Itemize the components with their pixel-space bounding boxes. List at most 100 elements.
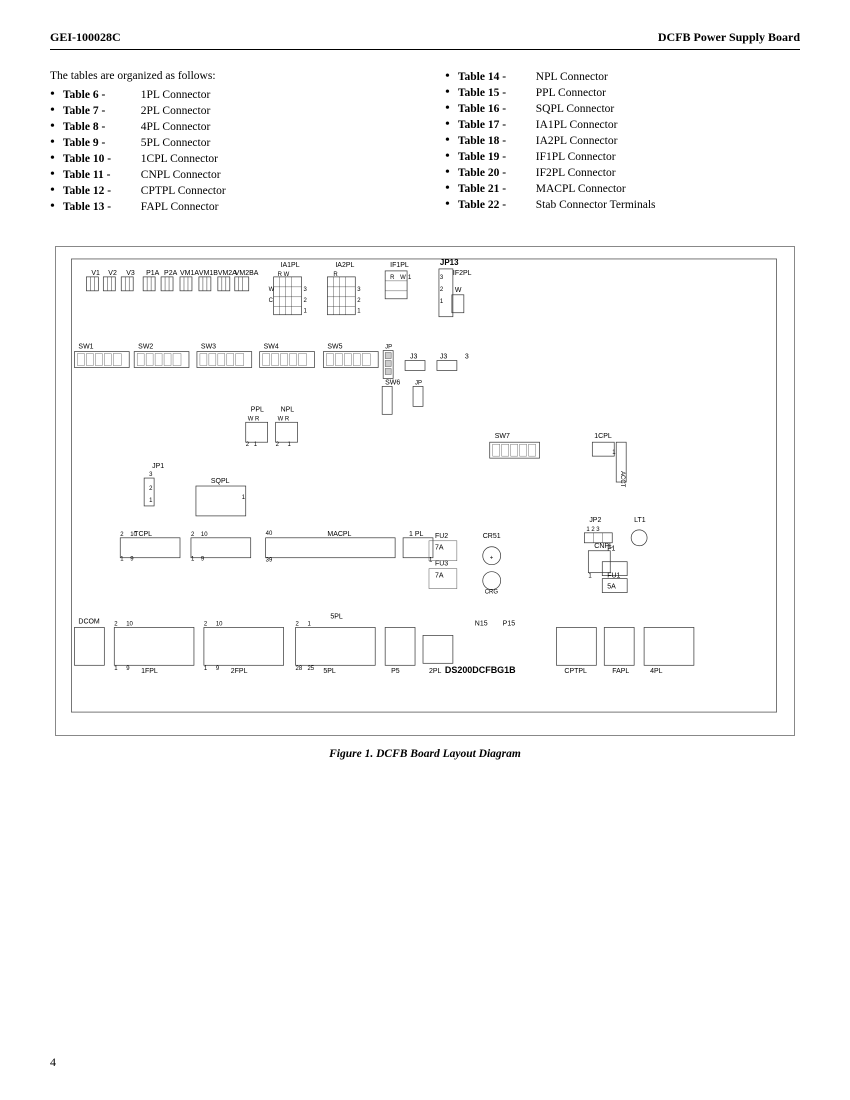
svg-text:LT1: LT1 <box>634 517 646 524</box>
page-header: GEI-100028C DCFB Power Supply Board <box>50 30 800 50</box>
svg-text:1 2 3: 1 2 3 <box>586 527 600 533</box>
svg-text:FAPL: FAPL <box>612 668 629 675</box>
svg-text:7A: 7A <box>435 545 444 552</box>
svg-text:39: 39 <box>266 558 273 564</box>
svg-text:1CPL: 1CPL <box>594 433 612 440</box>
page-number: 4 <box>50 1055 56 1070</box>
svg-text:V2: V2 <box>108 270 117 277</box>
table-ref: Table 20 - <box>458 167 533 179</box>
svg-text:2FPL: 2FPL <box>231 668 248 675</box>
bullet: • <box>445 86 450 100</box>
svg-text:4PL: 4PL <box>650 668 663 675</box>
svg-text:5PL: 5PL <box>330 613 343 620</box>
right-list: •Table 14 - NPL Connector • Table 15 - PPL… <box>445 70 800 212</box>
table-desc: Stab Connector Terminals <box>536 199 656 211</box>
table-desc: MACPL Connector <box>536 183 626 195</box>
svg-text:P1A: P1A <box>146 270 160 277</box>
doc-title: DCFB Power Supply Board <box>658 30 800 45</box>
bullet: • <box>445 102 450 116</box>
table-ref: Table 6 - <box>63 89 138 101</box>
table-ref: Table 19 - <box>458 151 533 163</box>
svg-text:C: C <box>269 298 274 304</box>
svg-text:5A: 5A <box>607 584 616 591</box>
table-desc: NPL Connector <box>536 71 608 83</box>
svg-text:+: + <box>490 556 494 562</box>
table-desc: PPL Connector <box>536 87 606 99</box>
table-ref: Table 8 - <box>63 121 138 133</box>
table-ref: Table 21 - <box>458 183 533 195</box>
svg-text:P5: P5 <box>391 668 400 675</box>
svg-text:40: 40 <box>266 531 273 537</box>
svg-text:J3: J3 <box>410 354 417 361</box>
svg-text:ACCT: ACCT <box>619 471 625 488</box>
intro-text: The tables are organized as follows: <box>50 70 405 82</box>
svg-text:R: R <box>390 275 395 281</box>
svg-text:SW2: SW2 <box>138 344 153 351</box>
table-desc: FAPL Connector <box>141 201 219 213</box>
table-desc: CNPL Connector <box>141 169 221 181</box>
list-item: • Table 13 - FAPL Connector <box>50 200 405 214</box>
list-item: • Table 15 - PPL Connector <box>445 86 800 100</box>
svg-text:SW4: SW4 <box>264 344 279 351</box>
left-table-list: The tables are organized as follows: •Ta… <box>50 70 405 216</box>
table-ref: Table 10 - <box>63 153 138 165</box>
table-ref: Table 17 - <box>458 119 533 131</box>
figure-caption: Figure 1. DCFB Board Layout Diagram <box>50 748 800 760</box>
svg-text:W: W <box>269 287 275 293</box>
list-item: • Table 16 - SQPL Connector <box>445 102 800 116</box>
list-item: •Table 6 - 1PL Connector <box>50 88 405 102</box>
svg-text:W R: W R <box>278 416 290 422</box>
list-item: •Table 7 - 2PL Connector <box>50 104 405 118</box>
svg-text:CRG: CRG <box>485 590 499 596</box>
svg-text:FU3: FU3 <box>435 561 448 568</box>
svg-text:JP1: JP1 <box>152 463 164 470</box>
table-desc: 1CPL Connector <box>141 153 218 165</box>
svg-text:28: 28 <box>296 666 303 672</box>
svg-text:1 PL: 1 PL <box>409 531 423 538</box>
svg-text:W: W <box>455 287 462 294</box>
board-diagram: V1 V2 V3 P1A P2A VM1A <box>55 246 795 736</box>
svg-text:SW3: SW3 <box>201 344 216 351</box>
svg-text:W: W <box>400 275 406 281</box>
svg-text:DCOM: DCOM <box>78 618 99 625</box>
svg-text:SW7: SW7 <box>495 433 510 440</box>
table-desc: IF2PL Connector <box>536 167 616 179</box>
list-item: •Table 9 - 5PL Connector <box>50 136 405 150</box>
bullet: • <box>50 200 55 214</box>
table-desc: IA1PL Connector <box>536 119 618 131</box>
svg-text:MACPL: MACPL <box>327 531 351 538</box>
list-item: •Table 17 - IA1PL Connector <box>445 118 800 132</box>
svg-text:25: 25 <box>307 666 314 672</box>
svg-text:5PL: 5PL <box>323 668 336 675</box>
svg-text:VM2BA: VM2BA <box>235 270 259 277</box>
svg-text:CR51: CR51 <box>483 533 501 540</box>
table-desc: SQPL Connector <box>536 103 614 115</box>
table-desc: IF1PL Connector <box>536 151 616 163</box>
svg-text:3: 3 <box>465 354 469 361</box>
doc-number: GEI-100028C <box>50 30 121 45</box>
bullet: • <box>50 120 55 134</box>
svg-text:JP13: JP13 <box>440 258 459 267</box>
table-ref: Table 13 - <box>63 201 138 213</box>
svg-text:NPL: NPL <box>281 406 295 413</box>
list-item: •Table 18 - IA2PL Connector <box>445 134 800 148</box>
svg-text:SW6: SW6 <box>385 379 400 386</box>
table-list-container: The tables are organized as follows: •Ta… <box>50 70 800 216</box>
svg-text:SW1: SW1 <box>78 344 93 351</box>
table-ref: Table 16 - <box>458 103 533 115</box>
list-item: • Table 20 - IF2PL Connector <box>445 166 800 180</box>
list-item: •Table 22 - Stab Connector Terminals <box>445 198 800 212</box>
bullet: • <box>50 104 55 118</box>
svg-text:N15: N15 <box>475 620 488 627</box>
svg-text:JP: JP <box>415 380 422 386</box>
bullet: • <box>445 166 450 180</box>
list-item: •Table 14 - NPL Connector <box>445 70 800 84</box>
table-ref: Table 15 - <box>458 87 533 99</box>
table-ref: Table 22 - <box>458 199 533 211</box>
table-desc: CPTPL Connector <box>141 185 226 197</box>
svg-text:V1: V1 <box>91 270 100 277</box>
svg-text:CPTPL: CPTPL <box>564 668 587 675</box>
table-ref: Table 9 - <box>63 137 138 149</box>
bullet: • <box>50 184 55 198</box>
table-ref: Table 12 - <box>63 185 138 197</box>
